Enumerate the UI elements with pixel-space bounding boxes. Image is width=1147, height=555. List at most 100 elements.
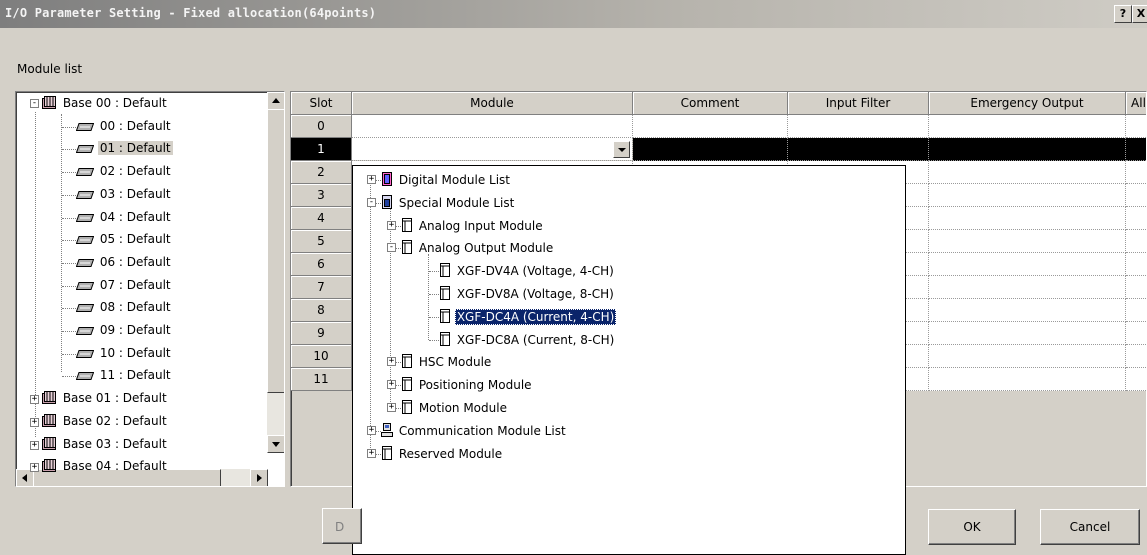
- module-tree-item[interactable]: XGF-DC4A (Current, 4-CH): [439, 306, 616, 328]
- grid-cell[interactable]: [1126, 161, 1147, 184]
- grid-cell[interactable]: [929, 322, 1126, 345]
- expand-toggle-icon[interactable]: +: [367, 426, 376, 435]
- grid-cell[interactable]: [1126, 345, 1147, 368]
- expand-toggle-icon[interactable]: +: [30, 463, 39, 472]
- tree-item-slot[interactable]: 08 : Default: [76, 297, 173, 317]
- help-button[interactable]: ?: [1114, 5, 1132, 23]
- tree-item-base[interactable]: Base 01 : Default: [42, 388, 169, 408]
- grid-cell[interactable]: [1126, 322, 1147, 345]
- expand-toggle-icon[interactable]: +: [387, 357, 396, 366]
- tree-connector: [62, 218, 76, 219]
- tree-item-slot[interactable]: 06 : Default: [76, 252, 173, 272]
- grid-cell[interactable]: [1126, 299, 1147, 322]
- slot-number: 9: [291, 322, 352, 345]
- grid-cell[interactable]: [929, 230, 1126, 253]
- grid-cell[interactable]: [1126, 253, 1147, 276]
- tree-item-base[interactable]: Base 04 : Default: [42, 456, 169, 476]
- expand-toggle-icon[interactable]: +: [387, 403, 396, 412]
- tree-item-slot[interactable]: 07 : Default: [76, 275, 173, 295]
- tree-item-slot[interactable]: 01 : Default: [76, 138, 173, 158]
- tree-item-slot[interactable]: 10 : Default: [76, 343, 173, 363]
- grid-cell[interactable]: [633, 138, 788, 161]
- collapse-toggle-icon[interactable]: -: [367, 198, 376, 207]
- dropdown-arrow-icon[interactable]: [613, 141, 630, 158]
- scroll-down-arrow-icon[interactable]: [267, 435, 285, 453]
- module-tree-item[interactable]: XGF-DC8A (Current, 8-CH): [439, 329, 616, 351]
- tree-vertical-scrollbar[interactable]: [267, 92, 284, 452]
- tree-item-base[interactable]: Base 02 : Default: [42, 411, 169, 431]
- expand-toggle-icon[interactable]: +: [30, 441, 39, 450]
- tree-item-slot[interactable]: 00 : Default: [76, 116, 173, 136]
- table-row[interactable]: 0: [291, 115, 1147, 138]
- grid-cell[interactable]: [352, 115, 633, 138]
- grid-cell[interactable]: [929, 161, 1126, 184]
- column-header[interactable]: All: [1126, 92, 1147, 115]
- details-button[interactable]: D: [322, 508, 362, 544]
- module-tree-item[interactable]: HSC Module: [401, 351, 493, 373]
- base-tree[interactable]: - Base 00 : Default 00 : Default 01 : De…: [15, 91, 285, 487]
- close-button[interactable]: X: [1132, 5, 1147, 23]
- module-dropdown-tree[interactable]: + Digital Module List- Special Module Li…: [352, 165, 906, 555]
- collapse-toggle-icon[interactable]: -: [30, 99, 39, 108]
- expand-toggle-icon[interactable]: +: [30, 418, 39, 427]
- scroll-up-arrow-icon[interactable]: [267, 92, 285, 110]
- module-tree-item[interactable]: Analog Output Module: [401, 237, 555, 259]
- grid-cell[interactable]: [788, 138, 929, 161]
- module-tree-item[interactable]: Motion Module: [401, 397, 509, 419]
- tree-connector: [62, 127, 76, 128]
- column-header[interactable]: Module: [352, 92, 633, 115]
- module-tree-item[interactable]: Communication Module List: [381, 420, 568, 442]
- module-tree-item[interactable]: Positioning Module: [401, 374, 534, 396]
- tree-item-slot[interactable]: 03 : Default: [76, 184, 173, 204]
- slot-number: 11: [291, 368, 352, 391]
- tree-item-slot[interactable]: 09 : Default: [76, 320, 173, 340]
- module-combo[interactable]: [352, 138, 633, 161]
- column-header[interactable]: Input Filter: [788, 92, 929, 115]
- column-header[interactable]: Emergency Output: [929, 92, 1126, 115]
- column-header[interactable]: Slot: [291, 92, 352, 115]
- expand-toggle-icon[interactable]: +: [367, 449, 376, 458]
- module-tree-item[interactable]: Digital Module List: [381, 169, 512, 191]
- grid-cell[interactable]: [1126, 230, 1147, 253]
- grid-cell[interactable]: [1126, 115, 1147, 138]
- grid-cell[interactable]: [929, 184, 1126, 207]
- grid-cell[interactable]: [929, 115, 1126, 138]
- grid-cell[interactable]: [929, 207, 1126, 230]
- grid-cell[interactable]: [1126, 138, 1147, 161]
- grid-cell[interactable]: [633, 115, 788, 138]
- module-tree-item[interactable]: Special Module List: [381, 192, 516, 214]
- grid-cell[interactable]: [1126, 276, 1147, 299]
- grid-cell[interactable]: [929, 138, 1126, 161]
- collapse-toggle-icon[interactable]: -: [387, 243, 396, 252]
- grid-cell[interactable]: [929, 276, 1126, 299]
- scroll-right-arrow-icon[interactable]: [250, 469, 268, 487]
- module-tree-item[interactable]: XGF-DV4A (Voltage, 4-CH): [439, 260, 616, 282]
- tree-item-base-00[interactable]: Base 00 : Default: [42, 93, 169, 113]
- grid-cell[interactable]: [1126, 184, 1147, 207]
- tree-item-slot[interactable]: 02 : Default: [76, 161, 173, 181]
- expand-toggle-icon[interactable]: +: [387, 380, 396, 389]
- module-tree-item[interactable]: Analog Input Module: [401, 215, 545, 237]
- tree-item-slot[interactable]: 11 : Default: [76, 365, 173, 385]
- grid-cell[interactable]: [788, 115, 929, 138]
- cancel-button[interactable]: Cancel: [1040, 509, 1140, 545]
- grid-cell[interactable]: [929, 253, 1126, 276]
- tree-item-slot[interactable]: 05 : Default: [76, 229, 173, 249]
- tree-item-base[interactable]: Base 03 : Default: [42, 434, 169, 454]
- grid-cell[interactable]: [929, 345, 1126, 368]
- tree-connector: [429, 294, 439, 295]
- scroll-thumb[interactable]: [267, 109, 285, 393]
- grid-cell[interactable]: [1126, 207, 1147, 230]
- grid-cell[interactable]: [929, 368, 1126, 391]
- tree-item-slot[interactable]: 04 : Default: [76, 207, 173, 227]
- ok-button[interactable]: OK: [928, 509, 1016, 545]
- column-header[interactable]: Comment: [633, 92, 788, 115]
- expand-toggle-icon[interactable]: +: [387, 221, 396, 230]
- table-row[interactable]: 1: [291, 138, 1147, 161]
- module-tree-item[interactable]: XGF-DV8A (Voltage, 8-CH): [439, 283, 616, 305]
- grid-cell[interactable]: [1126, 368, 1147, 391]
- expand-toggle-icon[interactable]: +: [30, 395, 39, 404]
- expand-toggle-icon[interactable]: +: [367, 175, 376, 184]
- grid-cell[interactable]: [929, 299, 1126, 322]
- module-tree-item[interactable]: Reserved Module: [381, 443, 504, 465]
